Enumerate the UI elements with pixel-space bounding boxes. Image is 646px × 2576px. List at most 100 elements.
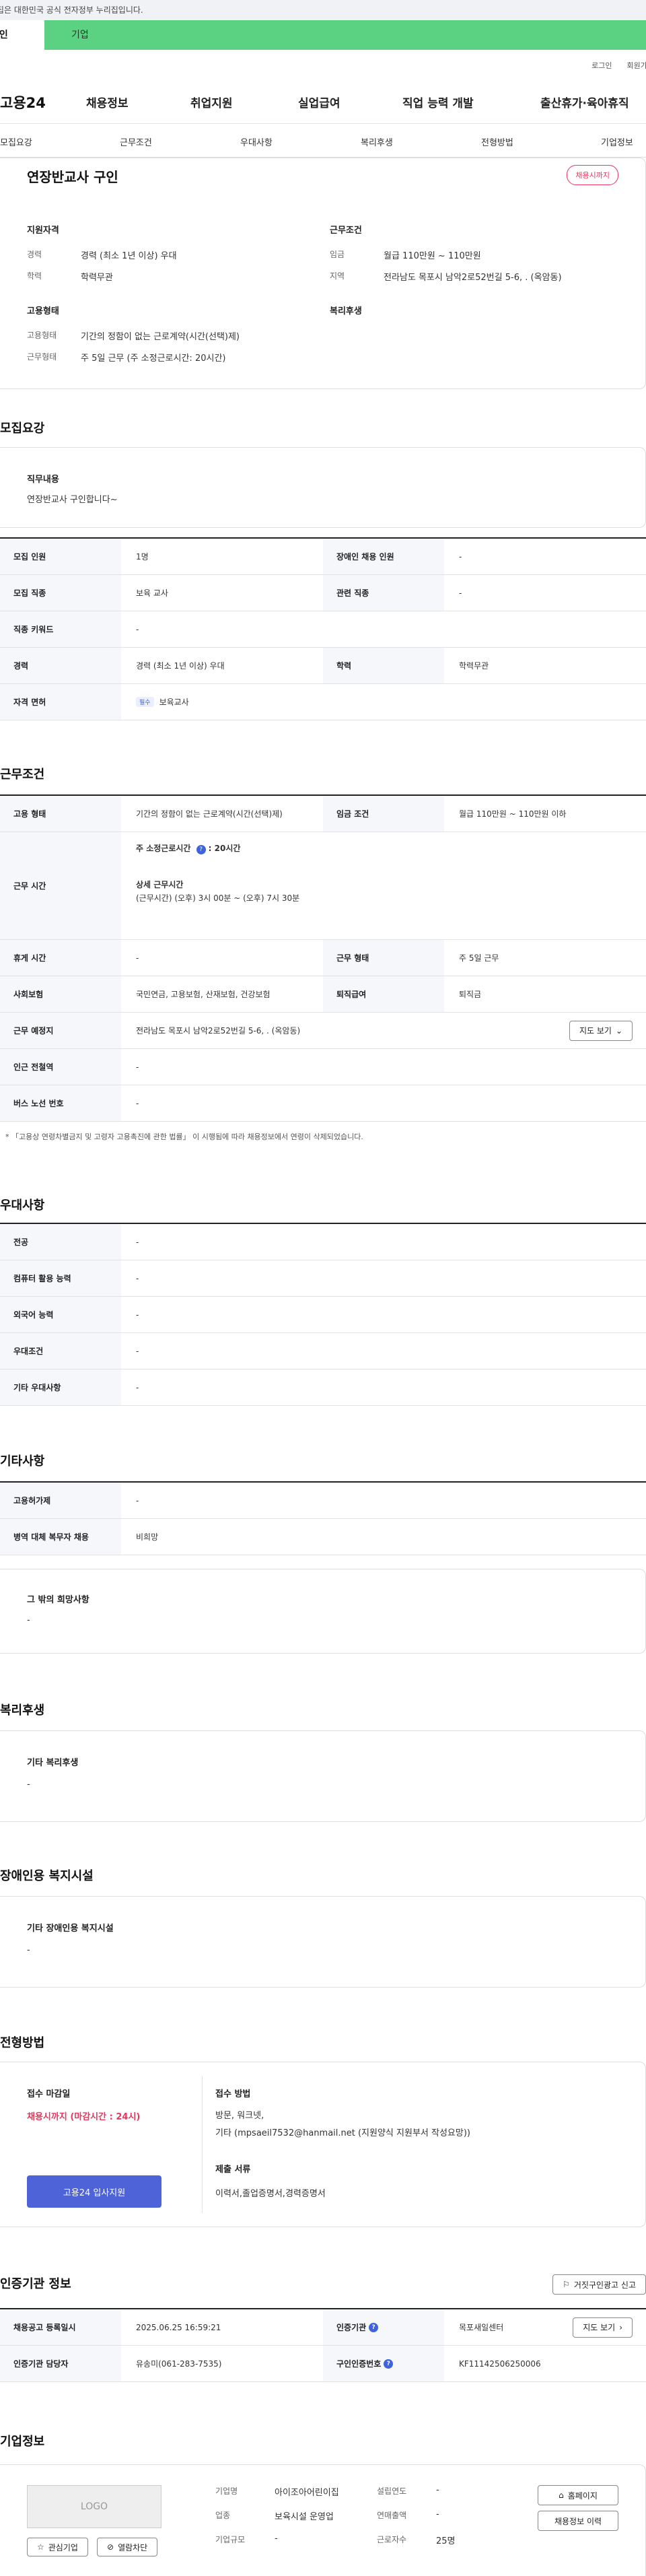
td-career: 경력 (최소 1년 이상) 우대 xyxy=(136,661,225,671)
section-auth-title: 인증기관 정보 xyxy=(0,2277,71,2291)
th-language: 외국어 능력 xyxy=(0,1297,121,1332)
history-button[interactable]: 채용정보 이력 xyxy=(538,2511,618,2531)
td-language: - xyxy=(136,1310,139,1320)
th-agency: 인증기관 xyxy=(336,2323,367,2332)
th-education: 학력 xyxy=(323,648,444,683)
apply-button[interactable]: 고용24 입사지원 xyxy=(27,2175,162,2208)
etc-box-value: - xyxy=(27,1615,30,1625)
emp-key: 근무형태 xyxy=(27,352,57,362)
th-hours: 근무 시간 xyxy=(0,832,121,939)
work-table: 고용 형태 기간의 정함이 없는 근로계약(시간(선택)제) 임금 조건 월급 110… xyxy=(0,794,646,1122)
pref-table: 전공 - 컴퓨터 활용 능력 - 외국어 능력 - 우대조건 - 기타 우대사항 - xyxy=(0,1223,646,1406)
summary-card: 연장반교사 구인 채용시까지 지원자격 경력 경력 (최소 1년 이상) 우대 … xyxy=(0,158,646,389)
info-icon[interactable]: ? xyxy=(196,845,206,854)
emp-heading: 고용형태 xyxy=(27,306,59,316)
disabled-box: 기타 장애인용 복지시설 - xyxy=(0,1896,646,1988)
method-line2: 기타 (mpsaeil7532@hanmail.net (지원양식 지원부서 작… xyxy=(215,2128,470,2138)
map-button[interactable]: 지도 보기 ⌄ xyxy=(569,1020,633,1041)
duty-box: 직무내용 연장반교사 구인합니다~ xyxy=(0,447,646,528)
etc-table: 고용허가제 - 병역 대체 복무자 채용 비희망 xyxy=(0,1481,646,1555)
th-pref-cond: 우대조건 xyxy=(0,1333,121,1369)
th-cert-no: 구인인증번호 xyxy=(336,2359,382,2369)
th-keyword: 직종 키워드 xyxy=(0,611,121,647)
td-disabled-headcount: - xyxy=(459,551,462,562)
status-badge: 채용시까지 xyxy=(567,165,618,185)
disabled-box-value: - xyxy=(27,1945,30,1955)
gov-banner: 이 누리집은 대한민국 공식 전자정부 누리집입니다. xyxy=(0,0,646,20)
report-button[interactable]: ⚐ 거짓구인광고 신고 xyxy=(552,2274,646,2295)
section-company-title: 기업정보 xyxy=(0,2435,45,2449)
anchor-tabs: 모집요강 근무조건 우대사항 복리후생 전형방법 기업정보 xyxy=(0,124,646,158)
anchor-recruit[interactable]: 모집요강 xyxy=(0,135,32,148)
nav-unemployment[interactable]: 실업급여 xyxy=(298,94,340,110)
nav-leave[interactable]: 출산휴가·육아휴직 xyxy=(540,94,629,110)
nav-training[interactable]: 직업 능력 개발 xyxy=(402,94,474,110)
block-view-button[interactable]: ⊘ 열람차단 xyxy=(97,2538,158,2556)
th-disabled-headcount: 장애인 채용 인원 xyxy=(323,539,444,574)
section-pref-title: 우대사항 xyxy=(0,1198,45,1213)
age-note: * 「고용상 연령차별금지 및 고령자 고용촉진에 관한 법률」 이 시행됨에 … xyxy=(5,1132,363,1141)
join-link[interactable]: 회원가입 xyxy=(627,60,646,71)
section-etc-title: 기타사항 xyxy=(0,1454,45,1468)
emp-value: 기간의 정함이 없는 근로계약(시간(선택)제) xyxy=(81,332,240,342)
td-severance: 퇴직금 xyxy=(459,990,482,999)
docs-heading: 제출 서류 xyxy=(215,2165,251,2175)
deadline-value: 채용시까지 (마감시간 : 24시) xyxy=(27,2112,141,2122)
th-subway: 인근 전철역 xyxy=(0,1049,121,1085)
company-name: 아이조아어린이집 xyxy=(275,2488,339,2498)
anchor-work[interactable]: 근무조건 xyxy=(120,135,152,148)
agency-map-button[interactable]: 지도 보기 › xyxy=(573,2317,633,2338)
emp-key: 고용형태 xyxy=(27,331,57,340)
td-bus: - xyxy=(136,1098,139,1108)
qual-value: 학력무관 xyxy=(81,273,113,283)
anchor-pref[interactable]: 우대사항 xyxy=(240,135,273,148)
td-license: 보육교사 xyxy=(159,698,189,707)
tab-personal[interactable]: 개인 xyxy=(0,20,44,50)
site-logo[interactable]: 고용24 xyxy=(0,92,46,112)
weekly-hours-value: : 20시간 xyxy=(208,844,241,853)
td-pref-etc: - xyxy=(136,1382,139,1392)
th-work-form: 근무 형태 xyxy=(323,940,444,976)
td-keyword: - xyxy=(136,624,139,634)
welfare-heading: 복리후생 xyxy=(330,306,362,316)
company-industry: 보육시설 운영업 xyxy=(275,2512,334,2522)
company-key: 근로자수 xyxy=(377,2535,407,2544)
section-work-title: 근무조건 xyxy=(0,768,45,782)
company-logo: LOGO xyxy=(27,2485,162,2528)
td-computer: - xyxy=(136,1273,139,1283)
company-key: 기업명 xyxy=(215,2486,238,2496)
section-recruit-title: 모집요강 xyxy=(0,421,45,436)
block-icon: ⊘ xyxy=(107,2542,114,2552)
th-job-type: 모집 직종 xyxy=(0,575,121,611)
info-icon[interactable]: ? xyxy=(384,2359,394,2369)
section-process-title: 전형방법 xyxy=(0,2036,45,2050)
td-break: - xyxy=(136,953,139,963)
login-link[interactable]: 로그인 xyxy=(591,60,612,71)
anchor-process[interactable]: 전형방법 xyxy=(481,135,513,148)
anchor-company[interactable]: 기업정보 xyxy=(601,135,633,148)
qual-key: 학력 xyxy=(27,271,42,281)
td-insurance: 국민연금, 고용보험, 산재보험, 건강보험 xyxy=(136,990,271,999)
th-bus: 버스 노선 번호 xyxy=(0,1085,121,1121)
tab-company[interactable]: 기업 xyxy=(44,20,646,50)
th-license: 자격 면허 xyxy=(0,684,121,720)
favorite-company-button[interactable]: ☆ 관심기업 xyxy=(27,2538,88,2556)
anchor-welfare[interactable]: 복리후생 xyxy=(361,135,393,148)
docs-value: 이력서,졸업증명서,경력증명서 xyxy=(215,2189,326,2199)
company-size: - xyxy=(275,2534,278,2544)
th-headcount: 모집 인원 xyxy=(0,539,121,574)
weekly-hours-label: 주 소정근로시간 xyxy=(136,844,194,853)
nav-employment-support[interactable]: 취업지원 xyxy=(190,94,233,110)
emp-value: 주 5일 근무 (주 소정근로시간: 20시간) xyxy=(81,353,226,364)
company-revenue: - xyxy=(436,2509,439,2519)
divider xyxy=(202,2076,203,2213)
td-pref-cond: - xyxy=(136,1346,139,1356)
info-icon[interactable]: ? xyxy=(369,2322,379,2332)
gov-banner-text: 이 누리집은 대한민국 공식 전자정부 누리집입니다. xyxy=(0,5,143,15)
homepage-button[interactable]: ⌂ 홈페이지 xyxy=(538,2485,618,2505)
th-permit: 고용허가제 xyxy=(0,1483,121,1518)
qual-value: 경력 (최소 1년 이상) 우대 xyxy=(81,251,177,261)
chevron-right-icon: › xyxy=(619,2322,622,2332)
nav-jobs[interactable]: 채용정보 xyxy=(86,94,129,110)
th-posted: 채용공고 등록일시 xyxy=(0,2309,121,2345)
